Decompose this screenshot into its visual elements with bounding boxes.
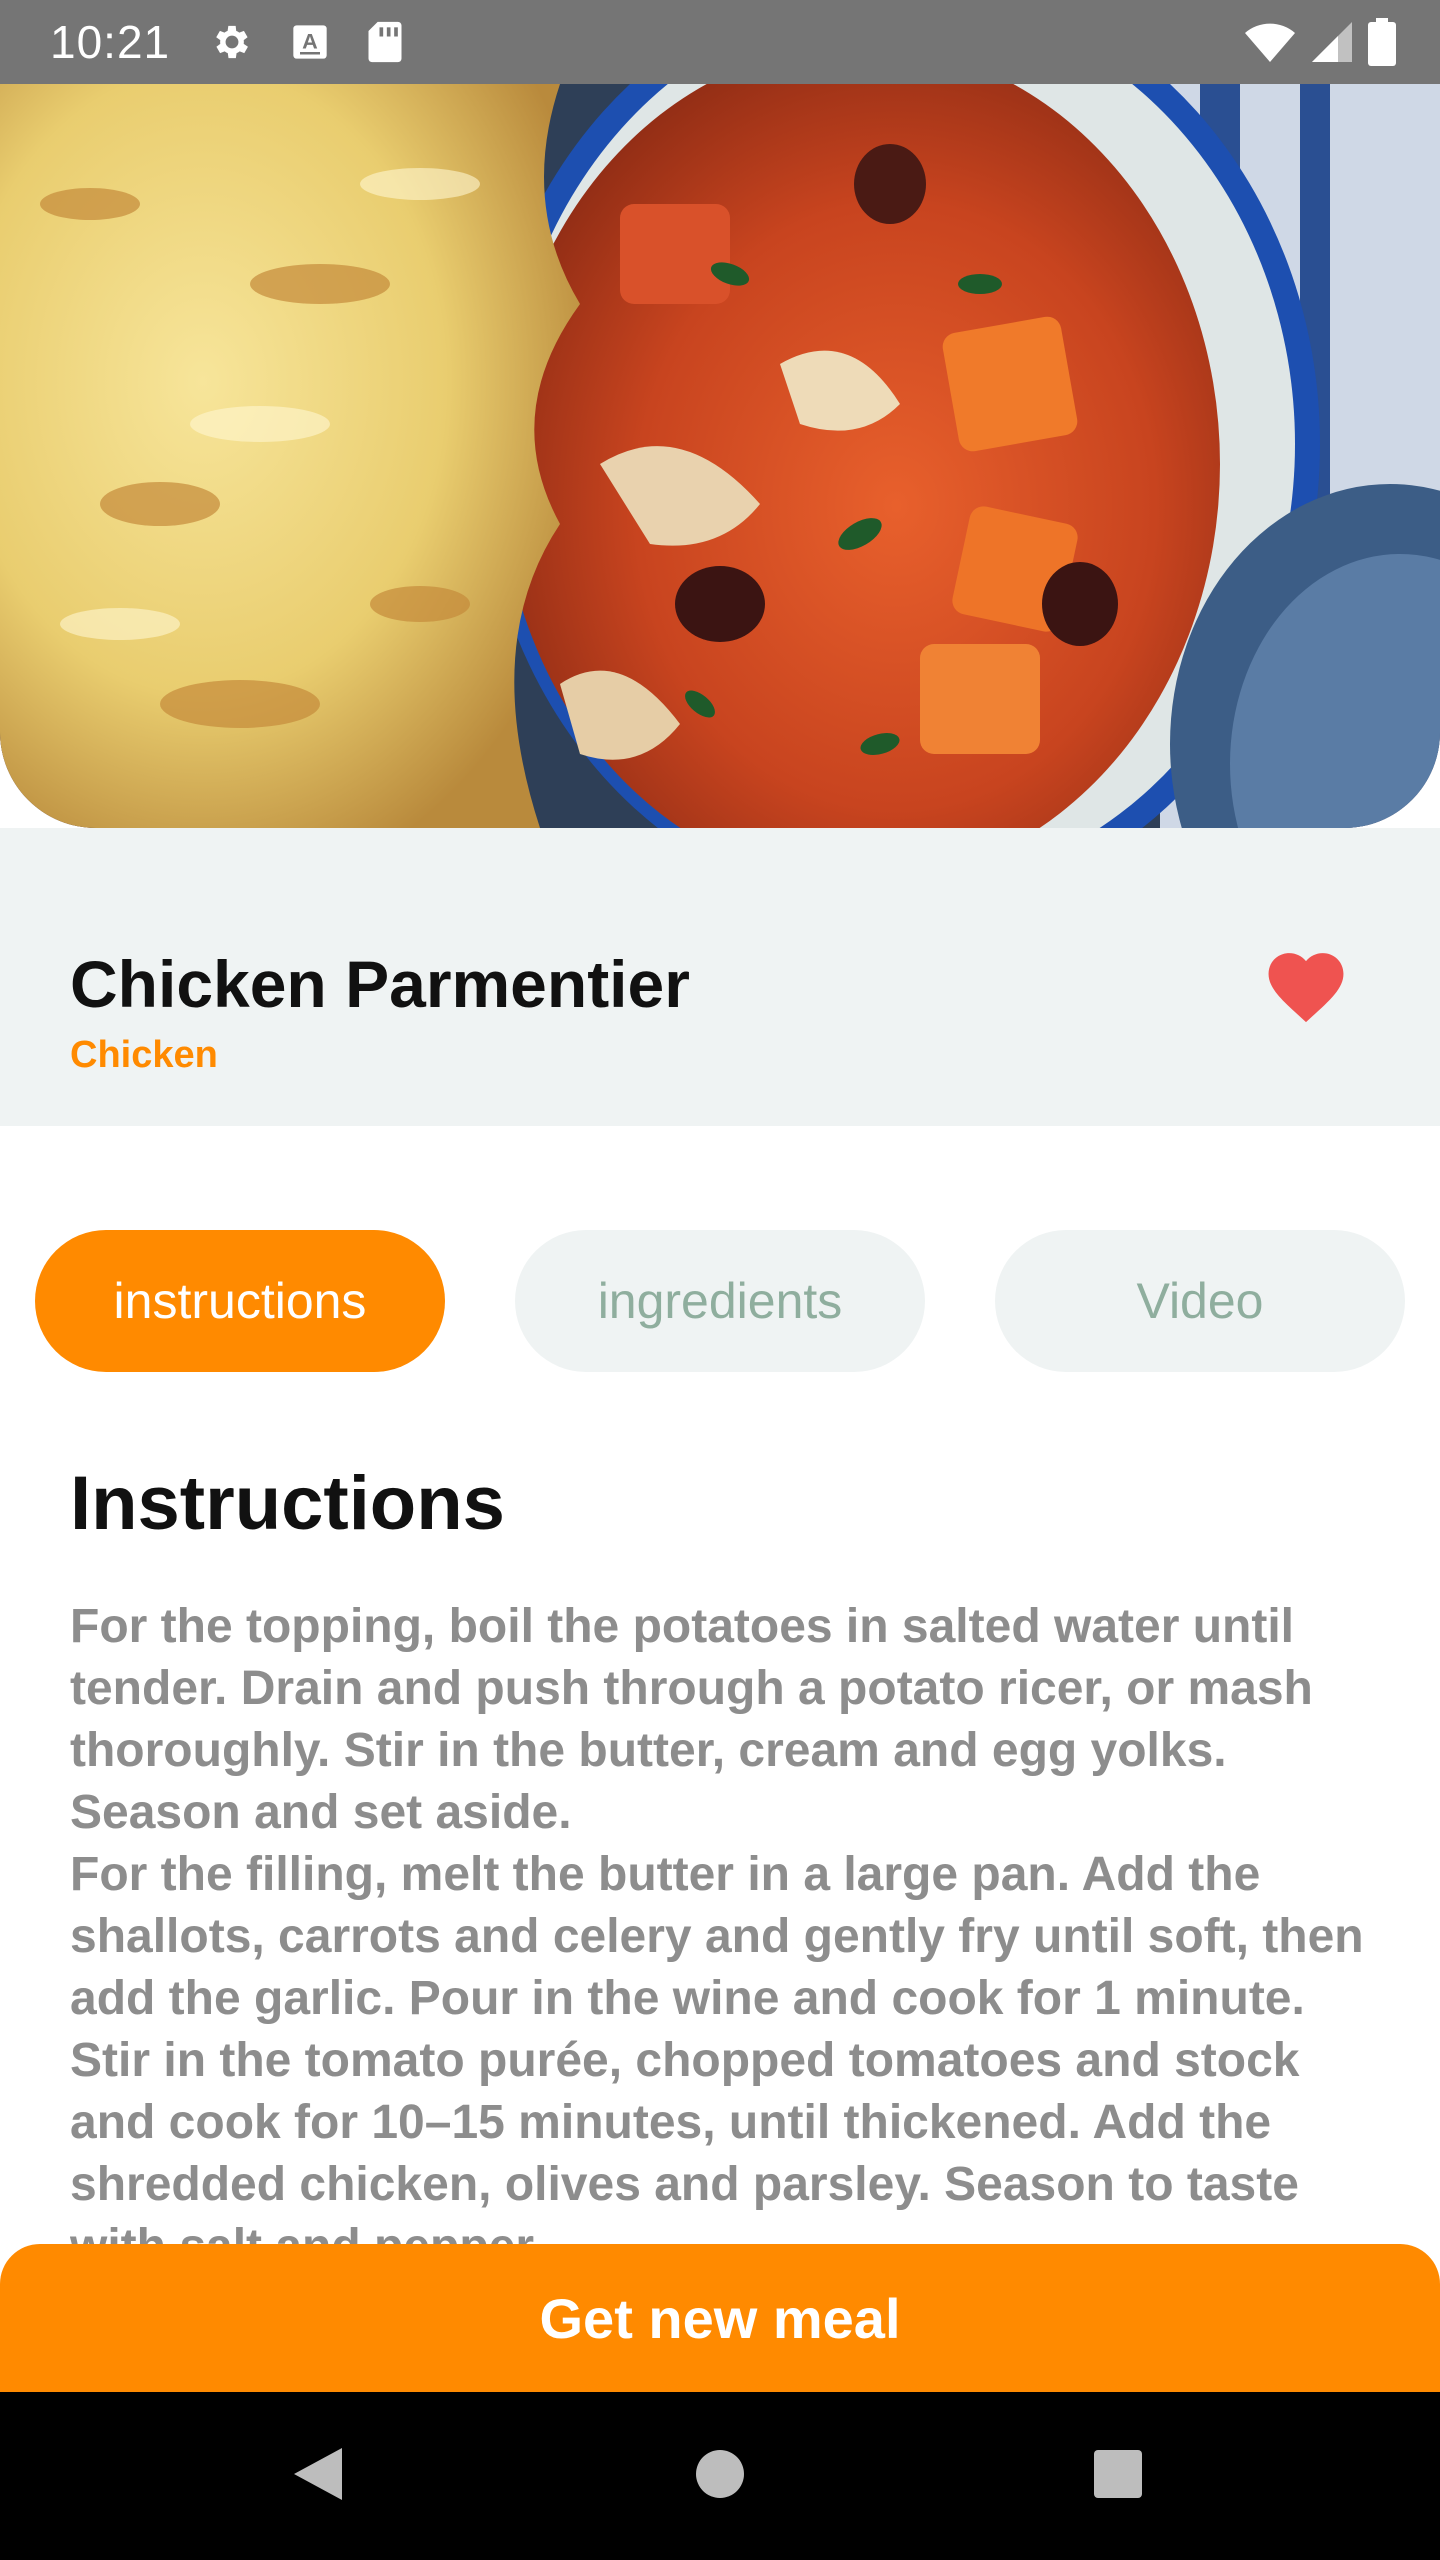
instructions-paragraph: For the filling, melt the butter in a la… [70,1848,1364,2246]
meal-photo [0,84,1440,828]
status-time: 10:21 [50,16,171,68]
tab-video[interactable]: Video [995,1230,1405,1372]
svg-text:A: A [302,29,318,54]
battery-icon [1368,18,1396,66]
signal-icon [1310,20,1354,64]
heart-icon [1262,944,1350,1029]
status-icons-left: A [210,20,404,64]
tab-instructions[interactable]: instructions [35,1230,445,1372]
keyboard-a-icon: A [290,22,330,62]
gear-icon [210,20,254,64]
home-icon [694,2448,746,2505]
meal-detail-screen: 10:21 A Chicken Parmentier Chicken instr… [0,0,1440,2560]
recents-icon [1092,2448,1144,2505]
get-new-meal-button[interactable]: Get new meal [0,2244,1440,2392]
back-icon [290,2444,346,2509]
wifi-icon [1244,20,1296,64]
meal-header: Chicken Parmentier Chicken [0,828,1440,1126]
instructions-paragraph: For the topping, boil the potatoes in sa… [70,1600,1313,1839]
instructions-text: For the topping, boil the potatoes in sa… [70,1596,1370,2246]
status-icons-right [1244,18,1396,66]
tab-ingredients[interactable]: ingredients [515,1230,925,1372]
recents-button[interactable] [1078,2436,1158,2516]
sd-card-icon [366,20,404,64]
meal-category: Chicken [70,1034,218,1076]
content-tabs: instructions ingredients Video [0,1230,1440,1372]
home-button[interactable] [680,2436,760,2516]
meal-title: Chicken Parmentier [70,947,690,1021]
instructions-heading: Instructions [70,1461,505,1546]
system-nav-bar [0,2392,1440,2560]
back-button[interactable] [278,2436,358,2516]
status-bar: 10:21 A [0,0,1440,84]
favorite-button[interactable] [1256,936,1356,1036]
